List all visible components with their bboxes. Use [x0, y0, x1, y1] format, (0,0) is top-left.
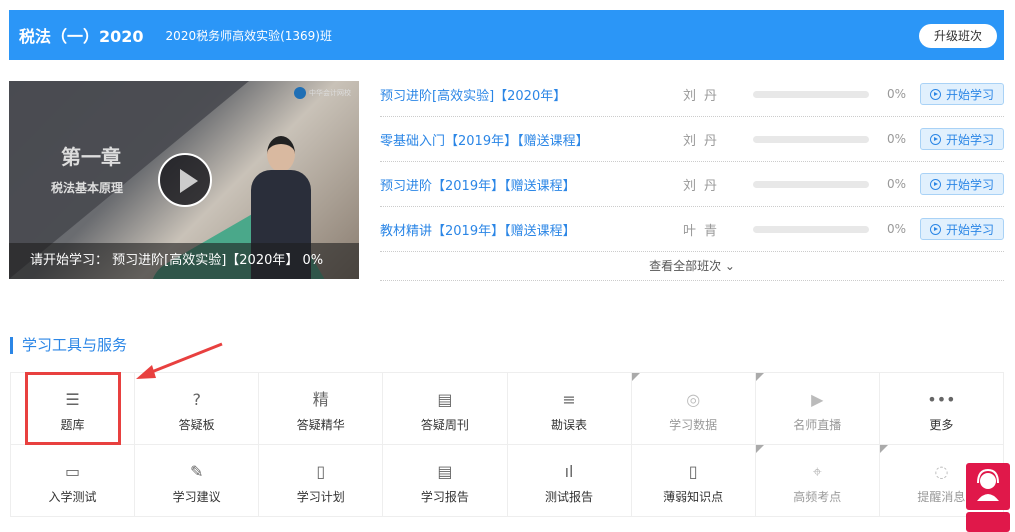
- button-label: 开始学习: [945, 132, 994, 147]
- start-learning-button[interactable]: 开始学习: [920, 128, 1004, 150]
- tools-grid: ☰ 题库? 答疑板精答疑精华 ▤ 答疑周刊 ≡ 勘误表 ◎ 学习数据 ▶ 名师直播 ••• 更多 ▭ 入学测…: [10, 372, 1004, 517]
- tool-item[interactable]: ▶ 名师直播: [755, 373, 880, 445]
- tool-label: 学习数据: [669, 418, 718, 432]
- play-icon[interactable]: [158, 153, 212, 207]
- video-player[interactable]: 第一章 税法基本原理 中华会计网校 请开始学习： 预习进阶[高效实验]【2020…: [9, 81, 359, 279]
- tool-icon: •••: [927, 390, 956, 409]
- tool-label: 答疑周刊: [420, 418, 469, 432]
- upgrade-class-button[interactable]: 升级班次: [919, 24, 997, 48]
- tool-icon: ▤: [437, 462, 453, 481]
- tool-icon: ≡: [562, 390, 576, 409]
- tool-label: 学习建议: [172, 490, 221, 504]
- play-circle-icon: [929, 178, 941, 190]
- course-row: 零基础入门【2019年】【赠送课程】 刘丹 0% 开始学习: [380, 117, 1004, 162]
- tool-label: 勘误表: [551, 418, 588, 432]
- logo-text: 中华会计网校: [309, 89, 351, 97]
- video-status: 请开始学习： 预习进阶[高效实验]【2020年】 0%: [9, 243, 359, 279]
- tool-label: 学习计划: [296, 490, 345, 504]
- course-link[interactable]: 零基础入门【2019年】【赠送课程】: [380, 130, 680, 149]
- annotation-arrow-icon: [136, 342, 223, 379]
- progress-bar: [753, 180, 869, 188]
- tool-item[interactable]: ▭ 入学测试: [11, 445, 136, 517]
- tool-item[interactable]: ▤ 学习报告: [383, 445, 508, 517]
- tool-label: 学习报告: [420, 490, 469, 504]
- tool-label: 测试报告: [545, 490, 594, 504]
- tool-label: 答疑板: [178, 418, 215, 432]
- start-learning-button[interactable]: 开始学习: [920, 173, 1004, 195]
- tool-item[interactable]: 精答疑精华: [259, 373, 384, 445]
- teacher-name: 叶青: [683, 223, 726, 239]
- class-name: 2020税务师高效实验(1369)班: [165, 28, 332, 43]
- course-link[interactable]: 教材精讲【2019年】【赠送课程】: [380, 220, 680, 239]
- button-label: 开始学习: [945, 87, 994, 102]
- course-link[interactable]: 预习进阶[高效实验]【2020年】: [380, 85, 680, 104]
- tool-icon: ▭: [65, 462, 81, 481]
- course-row: 预习进阶[高效实验]【2020年】 刘丹 0% 开始学习: [380, 72, 1004, 117]
- progress-bar: [753, 225, 869, 233]
- tool-label: 薄弱知识点: [663, 490, 724, 504]
- teacher-name: 刘丹: [683, 178, 726, 194]
- tool-item[interactable]: ▯ 学习计划: [259, 445, 384, 517]
- tools-section-title: 学习工具与服务: [10, 337, 127, 354]
- customer-service-button[interactable]: [966, 463, 1010, 510]
- course-list: 预习进阶[高效实验]【2020年】 刘丹 0% 开始学习 零基础入门【2019年…: [380, 72, 1004, 281]
- tool-item[interactable]: ıl 测试报告: [507, 445, 632, 517]
- start-learning-button[interactable]: 开始学习: [920, 83, 1004, 105]
- play-circle-icon: [929, 88, 941, 100]
- course-row: 教材精讲【2019年】【赠送课程】 叶青 0% 开始学习: [380, 207, 1004, 252]
- course-row: 预习进阶【2019年】【赠送课程】 刘丹 0% 开始学习: [380, 162, 1004, 207]
- teacher-name: 刘丹: [683, 133, 726, 149]
- course-title: 税法（一）2020: [19, 27, 144, 46]
- tool-item[interactable]: ▤ 答疑周刊: [383, 373, 508, 445]
- tool-item[interactable]: ✎ 学习建议: [135, 445, 260, 517]
- teacher-name: 刘丹: [683, 88, 726, 104]
- start-learning-button[interactable]: 开始学习: [920, 218, 1004, 240]
- progress-percent: 0%: [887, 87, 907, 101]
- tool-icon: ▤: [437, 390, 453, 409]
- tool-label: 答疑精华: [296, 418, 345, 432]
- tool-icon: ?: [192, 390, 201, 409]
- progress-percent: 0%: [887, 177, 907, 191]
- progress-bar: [753, 135, 869, 143]
- tool-icon: ▯: [316, 462, 326, 481]
- tool-item[interactable]: ≡ 勘误表: [507, 373, 632, 445]
- tool-label: 入学测试: [48, 490, 97, 504]
- tool-icon: ✎: [189, 462, 204, 481]
- course-banner: 税法（一）2020 2020税务师高效实验(1369)班 升级班次: [9, 10, 1004, 60]
- tool-item[interactable]: ◎ 学习数据: [631, 373, 756, 445]
- scroll-top-button[interactable]: [966, 512, 1010, 532]
- button-label: 开始学习: [945, 177, 994, 192]
- tool-label: 名师直播: [793, 418, 842, 432]
- view-all-classes-link[interactable]: 查看全部班次 ⌄: [380, 252, 1004, 281]
- tool-icon: ▯: [688, 462, 698, 481]
- tool-icon: 精: [312, 390, 329, 409]
- video-subtitle: 税法基本原理: [51, 181, 124, 195]
- highlight-box: [25, 372, 121, 445]
- tool-item[interactable]: ▯ 薄弱知识点: [631, 445, 756, 517]
- tool-item[interactable]: ••• 更多: [879, 373, 1004, 445]
- progress-percent: 0%: [887, 222, 907, 236]
- video-chapter: 第一章: [61, 145, 121, 169]
- progress-percent: 0%: [887, 132, 907, 146]
- tool-icon: ▶: [811, 390, 824, 409]
- tool-label: 提醒消息: [917, 490, 966, 504]
- tool-label: 高频考点: [793, 490, 842, 504]
- course-link[interactable]: 预习进阶【2019年】【赠送课程】: [380, 175, 680, 194]
- tool-item[interactable]: ⌖ 高频考点: [755, 445, 880, 517]
- play-circle-icon: [929, 223, 941, 235]
- button-label: 开始学习: [945, 222, 994, 237]
- tool-icon: ıl: [564, 462, 574, 481]
- brand-logo: 中华会计网校: [294, 87, 351, 99]
- tool-icon: ⌖: [812, 462, 822, 481]
- progress-bar: [753, 90, 869, 98]
- play-circle-icon: [929, 133, 941, 145]
- tool-label: 更多: [929, 418, 954, 432]
- tool-icon: ◎: [686, 390, 701, 409]
- headset-icon: [977, 468, 999, 501]
